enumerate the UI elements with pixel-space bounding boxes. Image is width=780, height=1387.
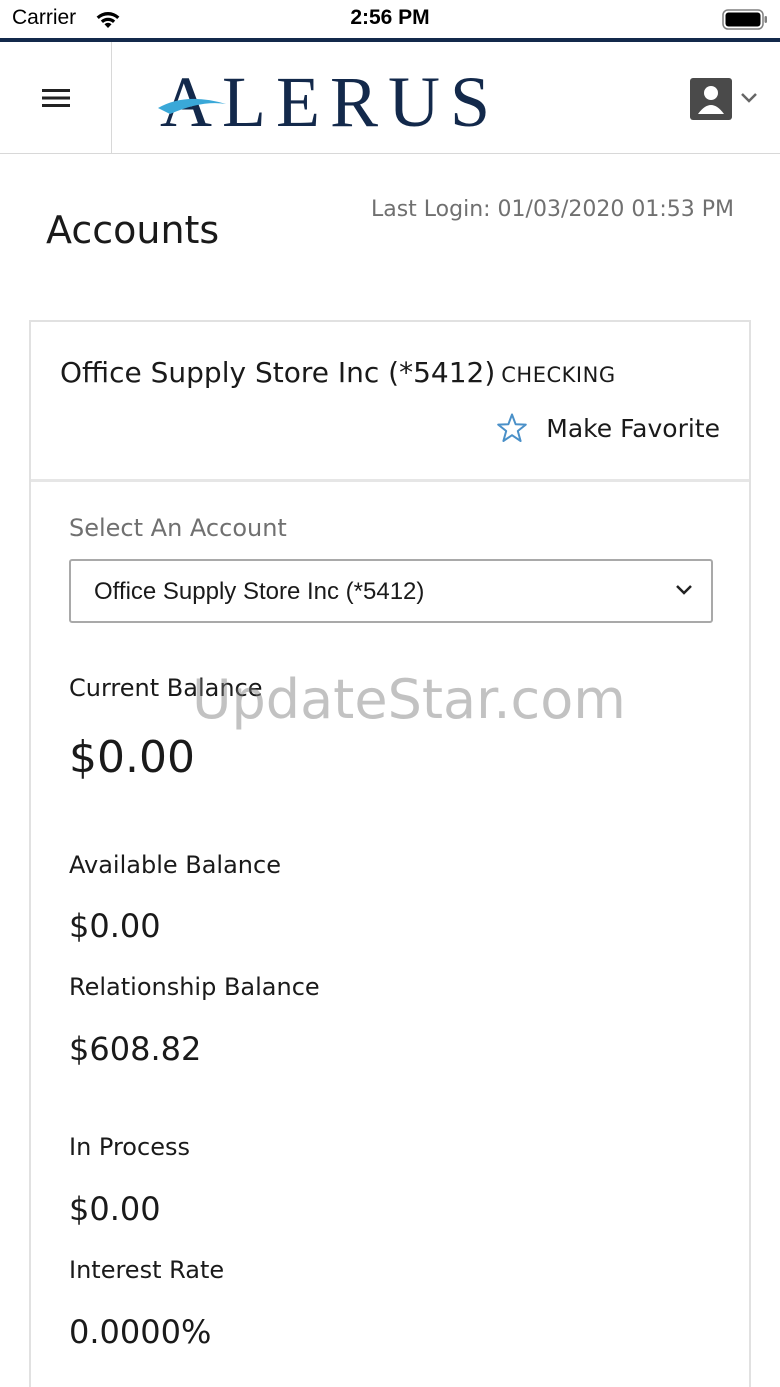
relationship-balance-value: $608.82 (69, 1030, 202, 1068)
account-name: Office Supply Store Inc (*5412) CHECKING (60, 356, 616, 389)
star-icon (497, 413, 528, 442)
alerus-logo[interactable]: ALERUS (156, 64, 502, 134)
status-bar: Carrier 2:56 PM (0, 0, 780, 38)
make-favorite-button[interactable]: Make Favorite (496, 412, 720, 444)
account-name-text: Office Supply Store Inc (*5412) (60, 356, 496, 389)
last-login-text: Last Login: 01/03/2020 01:53 PM (370, 197, 734, 222)
in-process-label: In Process (69, 1133, 190, 1161)
account-select[interactable]: Office Supply Store Inc (*5412) (69, 559, 713, 623)
user-menu-button[interactable] (690, 78, 762, 120)
chevron-down-icon (676, 585, 692, 595)
account-card: Office Supply Store Inc (*5412) CHECKING … (29, 320, 751, 1387)
relationship-balance-label: Relationship Balance (69, 973, 320, 1001)
account-type: CHECKING (501, 363, 616, 387)
make-favorite-label: Make Favorite (546, 413, 720, 443)
account-select-value: Office Supply Store Inc (*5412) (94, 578, 425, 605)
current-balance-value: $0.00 (69, 732, 195, 783)
svg-text:ALERUS: ALERUS (160, 64, 500, 134)
select-account-label: Select An Account (69, 514, 287, 542)
interest-rate-value: 0.0000% (69, 1313, 212, 1351)
menu-button[interactable] (0, 42, 112, 154)
available-balance-value: $0.00 (69, 907, 161, 945)
available-balance-label: Available Balance (69, 851, 281, 879)
interest-rate-label: Interest Rate (69, 1256, 225, 1284)
battery-icon (722, 9, 767, 30)
app-header: ALERUS (0, 42, 780, 154)
page-title: Accounts (46, 208, 220, 252)
status-time: 2:56 PM (350, 6, 430, 29)
user-icon (690, 78, 732, 120)
chevron-down-icon (741, 93, 757, 103)
current-balance-label: Current Balance (69, 674, 263, 702)
hamburger-icon (41, 89, 70, 107)
account-card-header: Office Supply Store Inc (*5412) CHECKING … (31, 322, 749, 482)
in-process-value: $0.00 (69, 1190, 161, 1228)
